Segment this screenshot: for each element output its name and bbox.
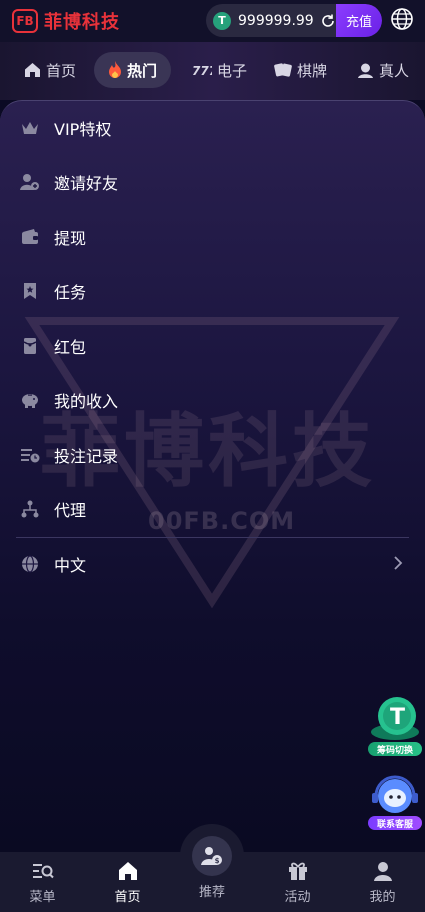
flame-icon <box>109 61 121 78</box>
logo-text: 菲博科技 <box>44 12 120 33</box>
home-icon <box>25 63 40 77</box>
recommend-user-icon: $ <box>201 847 222 865</box>
menu-item-agent[interactable]: 代理 <box>16 482 409 536</box>
category-nav: 首页 热门 777 电子 棋牌 真人 <box>0 42 425 100</box>
side-menu-panel: 菲博科技 00FB.COM VIP特权 邀请好友 提现 任务 红包 我的收入 投… <box>0 100 425 853</box>
slot-777-icon: 777 <box>192 64 212 77</box>
menu-search-icon <box>32 864 54 879</box>
svg-text:$: $ <box>215 857 220 865</box>
tab-label: 热门 <box>127 61 158 80</box>
bottom-nav-label: 我的 <box>369 890 396 905</box>
menu-item-label: VIP特权 <box>54 120 112 139</box>
globe-icon <box>20 554 40 574</box>
top-bar: FB 菲博科技 T 999999.99 充值 <box>0 0 425 42</box>
menu-item-withdraw[interactable]: 提现 <box>16 210 409 264</box>
tab-label: 真人 <box>379 61 410 80</box>
svg-text:777: 777 <box>192 64 212 77</box>
chevron-right-icon <box>394 556 403 570</box>
home-icon <box>118 862 137 880</box>
menu-item-label: 任务 <box>54 283 87 302</box>
menu-item-red-envelope[interactable]: 红包 <box>16 319 409 373</box>
usdt-coin-icon: T <box>213 11 231 30</box>
recommend-label: 推荐 <box>198 885 225 900</box>
balance-amount: 999999.99 <box>238 12 314 29</box>
bottom-nav-label: 活动 <box>284 890 311 905</box>
wallet-balance: T 999999.99 充值 <box>206 4 382 37</box>
bottom-nav-menu[interactable]: 菜单 <box>0 852 85 912</box>
task-bookmark-icon <box>20 281 40 301</box>
bottom-nav-activity[interactable]: 活动 <box>255 852 340 912</box>
menu-item-invite[interactable]: 邀请好友 <box>16 155 409 209</box>
profile-icon <box>373 862 392 881</box>
tab-label: 首页 <box>46 61 77 80</box>
tab-label: 电子 <box>217 61 248 80</box>
tab-label: 棋牌 <box>297 61 328 80</box>
menu-item-label: 投注记录 <box>54 447 119 466</box>
gift-icon <box>288 862 307 880</box>
piggy-bank-icon <box>20 390 40 410</box>
bottom-nav-home[interactable]: 首页 <box>85 852 170 912</box>
tab-cards[interactable]: 棋牌 <box>274 52 327 88</box>
crown-icon <box>20 118 40 138</box>
dealer-icon <box>358 63 373 78</box>
tab-live[interactable]: 真人 <box>357 52 409 88</box>
menu-item-tasks[interactable]: 任务 <box>16 264 409 318</box>
menu-item-language[interactable]: 中文 <box>16 537 409 591</box>
support-headset-icon <box>372 775 418 813</box>
menu-item-label: 提现 <box>54 229 87 248</box>
red-envelope-icon <box>20 336 40 356</box>
bottom-nav-recommend[interactable]: $ <box>192 836 232 876</box>
usdt-chip-icon: T <box>371 697 419 740</box>
menu-item-label: 邀请好友 <box>54 174 119 193</box>
bet-record-icon <box>20 445 40 465</box>
logo-mark: FB <box>12 9 38 33</box>
chip-exchange-label: 筹码切换 <box>368 742 422 756</box>
wallet-icon <box>20 227 40 247</box>
menu-item-label: 我的收入 <box>54 392 119 411</box>
refresh-icon[interactable] <box>320 13 336 29</box>
bottom-nav-profile[interactable]: 我的 <box>340 852 425 912</box>
chip-exchange-button[interactable]: T 筹码切换 <box>366 694 424 756</box>
customer-service-button[interactable]: 联系客服 <box>366 774 424 830</box>
cards-icon <box>274 63 292 77</box>
tab-slots[interactable]: 777 电子 <box>192 52 247 88</box>
invite-user-icon <box>20 172 40 192</box>
tab-home[interactable]: 首页 <box>24 52 76 88</box>
language-label: 中文 <box>54 556 87 575</box>
menu-item-bet-record[interactable]: 投注记录 <box>16 428 409 482</box>
brand-logo[interactable]: FB 菲博科技 <box>12 8 120 34</box>
menu-item-label: 红包 <box>54 338 87 357</box>
menu-item-label: 代理 <box>54 501 87 520</box>
svg-text:T: T <box>390 705 405 730</box>
tab-hot[interactable]: 热门 <box>94 52 172 88</box>
bottom-nav-label: 首页 <box>114 890 141 905</box>
recharge-button[interactable]: 充值 <box>336 4 382 37</box>
bottom-nav-label: 菜单 <box>29 890 56 905</box>
menu-item-vip[interactable]: VIP特权 <box>16 101 409 155</box>
support-label: 联系客服 <box>368 816 422 830</box>
menu-item-income[interactable]: 我的收入 <box>16 373 409 427</box>
agent-network-icon <box>20 499 40 519</box>
globe-icon[interactable] <box>390 7 414 31</box>
